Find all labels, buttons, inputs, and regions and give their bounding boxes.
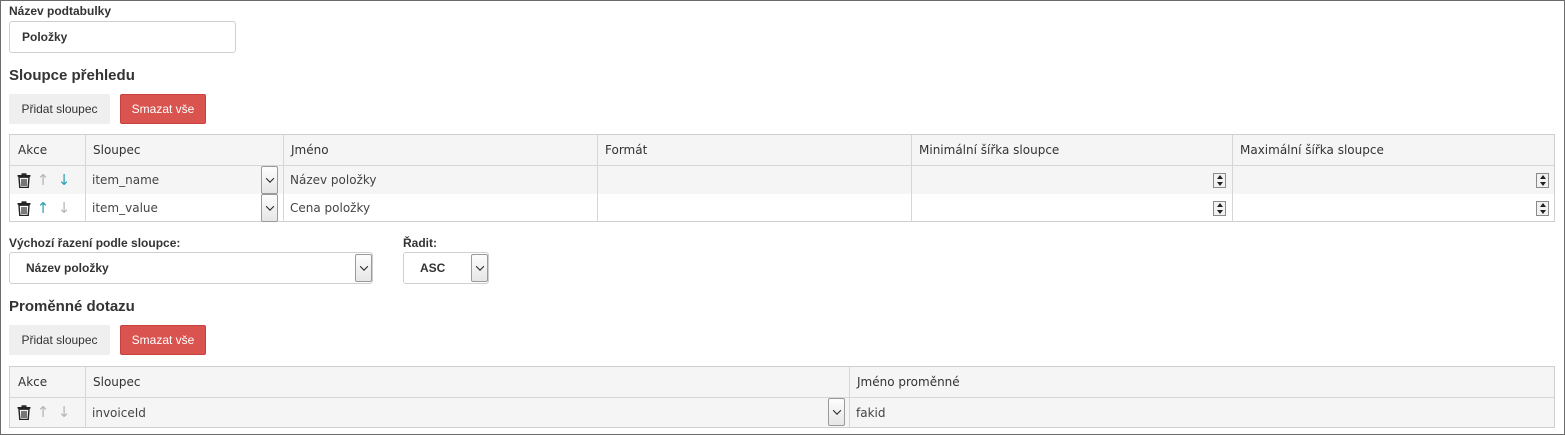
- arrow-down-icon[interactable]: ↓: [57, 404, 71, 420]
- header-name: Jméno: [291, 143, 329, 157]
- overview-table: Akce Sloupec Jméno Formát Minimální šířk…: [9, 134, 1555, 222]
- column-divider: [849, 367, 850, 427]
- column-select[interactable]: item_value: [86, 194, 261, 222]
- header-actions: Akce: [18, 375, 48, 389]
- overview-clear-all-button[interactable]: Smazat vše: [120, 94, 206, 124]
- format-input[interactable]: [598, 194, 910, 222]
- default-sort-value: Název položky: [26, 261, 109, 275]
- header-column: Sloupec: [93, 375, 141, 389]
- format-input[interactable]: [598, 166, 910, 194]
- chevron-down-icon[interactable]: [828, 398, 845, 426]
- query-vars-heading: Proměnné dotazu: [9, 298, 135, 315]
- header-actions: Akce: [18, 143, 48, 157]
- column-select[interactable]: invoiceId: [86, 398, 826, 427]
- column-select[interactable]: item_name: [86, 166, 261, 194]
- arrow-up-icon[interactable]: ↑: [36, 172, 50, 188]
- chevron-down-icon[interactable]: [261, 194, 278, 222]
- min-width-input[interactable]: [912, 194, 1232, 222]
- default-sort-select[interactable]: Název položky: [9, 252, 373, 284]
- query-table-header: Akce Sloupec Jméno proměnné: [10, 367, 1554, 398]
- spinner-icon[interactable]: [1536, 173, 1549, 188]
- header-format: Formát: [605, 143, 648, 157]
- overview-add-column-button[interactable]: Přidat sloupec: [9, 94, 110, 124]
- spinner-icon[interactable]: [1536, 201, 1549, 216]
- arrow-up-icon[interactable]: ↑: [36, 200, 50, 216]
- variable-name-input[interactable]: fakid: [850, 398, 1554, 427]
- column-divider: [911, 135, 912, 221]
- column-divider: [85, 367, 86, 427]
- subtable-name-input[interactable]: Položky: [9, 21, 236, 53]
- overview-heading: Sloupce přehledu: [9, 67, 135, 84]
- query-add-column-button[interactable]: Přidat sloupec: [9, 325, 110, 355]
- min-width-input[interactable]: [912, 166, 1232, 194]
- max-width-input[interactable]: [1233, 166, 1553, 194]
- arrow-up-icon[interactable]: ↑: [36, 404, 50, 420]
- sort-order-label: Řadit:: [403, 236, 437, 250]
- name-input[interactable]: Cena položky: [284, 194, 596, 222]
- overview-table-header: Akce Sloupec Jméno Formát Minimální šířk…: [10, 135, 1554, 166]
- trash-icon[interactable]: [16, 172, 32, 188]
- max-width-input[interactable]: [1233, 194, 1553, 222]
- column-divider: [597, 135, 598, 221]
- header-max-width: Maximální šířka sloupce: [1240, 143, 1384, 157]
- arrow-down-icon[interactable]: ↓: [57, 172, 71, 188]
- table-row: ↑ ↓ invoiceId fakid: [10, 398, 1554, 427]
- header-variable-name: Jméno proměnné: [857, 375, 960, 389]
- spinner-icon[interactable]: [1213, 173, 1226, 188]
- column-divider: [85, 135, 86, 221]
- column-divider: [1232, 135, 1233, 221]
- subtable-name-label: Název podtabulky: [9, 4, 112, 18]
- arrow-down-icon[interactable]: ↓: [57, 200, 71, 216]
- query-clear-all-button[interactable]: Smazat vše: [120, 325, 206, 355]
- header-min-width: Minimální šířka sloupce: [919, 143, 1060, 157]
- sort-order-select[interactable]: ASC: [403, 252, 489, 284]
- table-row: ↑ ↓ item_name Název položky: [10, 166, 1554, 194]
- trash-icon[interactable]: [16, 404, 32, 420]
- chevron-down-icon[interactable]: [471, 254, 488, 282]
- name-input[interactable]: Název položky: [284, 166, 596, 194]
- default-sort-label: Výchozí řazení podle sloupce:: [9, 236, 181, 250]
- chevron-down-icon[interactable]: [261, 166, 278, 194]
- spinner-icon[interactable]: [1213, 201, 1226, 216]
- column-divider: [283, 135, 284, 221]
- sort-order-value: ASC: [420, 261, 446, 275]
- table-row: ↑ ↓ item_value Cena položky: [10, 194, 1554, 222]
- header-column: Sloupec: [93, 143, 141, 157]
- trash-icon[interactable]: [16, 200, 32, 216]
- chevron-down-icon[interactable]: [355, 254, 372, 282]
- query-vars-table: Akce Sloupec Jméno proměnné ↑ ↓ invoiceI…: [9, 366, 1555, 428]
